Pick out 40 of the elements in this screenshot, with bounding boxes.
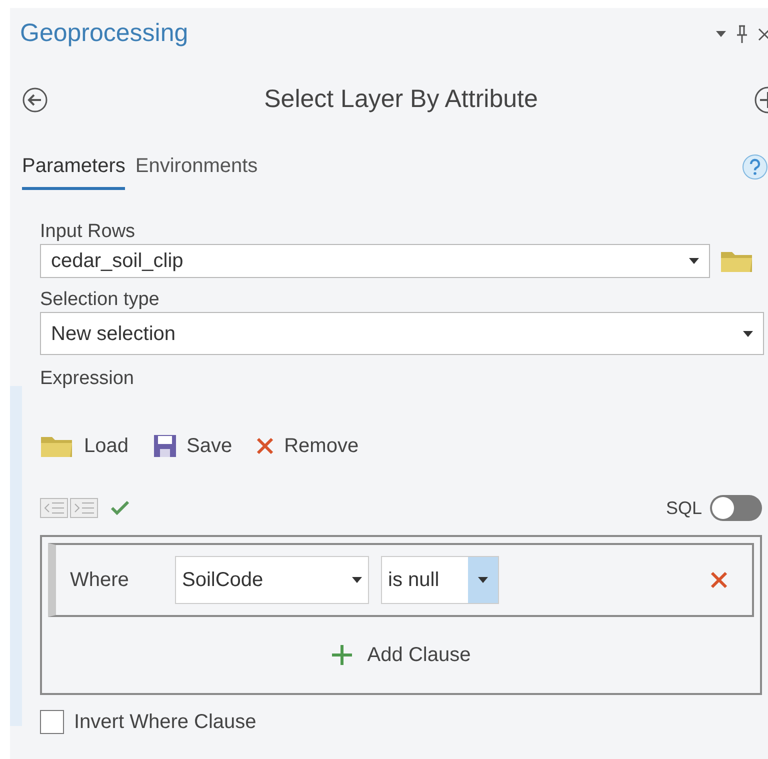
save-button[interactable]: Save [152, 431, 232, 461]
dropdown-arrow-icon[interactable] [716, 31, 726, 37]
remove-button[interactable]: Remove [256, 431, 359, 461]
tab[interactable]: Parameters [22, 151, 126, 190]
add-icon[interactable] [754, 86, 768, 114]
dropdown-value: is null [388, 568, 440, 593]
add-clause-button[interactable]: Add Clause [331, 640, 471, 670]
input-rows-dropdown[interactable]: cedar_soil_clip [40, 244, 710, 278]
field-label: Selection type [40, 288, 160, 312]
pin-icon[interactable] [736, 25, 748, 43]
dropdown-caret-icon [352, 577, 362, 583]
dropdown-button[interactable] [468, 557, 498, 603]
back-icon[interactable] [22, 87, 48, 113]
help-icon[interactable] [742, 154, 768, 180]
save-icon [152, 434, 176, 458]
selection-type-dropdown[interactable]: New selection [40, 312, 764, 355]
plus-icon [331, 644, 354, 666]
load-button[interactable]: Load [40, 431, 128, 461]
remove-icon [256, 437, 274, 455]
checkbox[interactable] [40, 710, 64, 734]
dropdown-value: cedar_soil_clip [51, 249, 184, 274]
sql-label: SQL [666, 496, 702, 520]
dropdown-caret-icon [689, 258, 699, 264]
operator-dropdown[interactable]: is null [381, 556, 499, 604]
sql-toggle[interactable] [710, 495, 762, 521]
checkbox-label: Invert Where Clause [74, 710, 256, 735]
pane-title: Geoprocessing [20, 18, 188, 50]
field-label: Input Rows [40, 220, 136, 244]
tab[interactable]: Environments [135, 151, 258, 190]
dropdown-caret-icon [478, 577, 488, 583]
field-dropdown[interactable]: SoilCode [175, 556, 369, 604]
tool-title: Select Layer By Attribute [263, 84, 539, 116]
field-label: Expression [40, 367, 134, 391]
clause-connector: Where [70, 568, 130, 593]
dropdown-value: New selection [51, 322, 177, 346]
dropdown-caret-icon [743, 330, 753, 336]
delete-clause-icon[interactable] [710, 571, 728, 589]
dropdown-value: SoilCode [182, 568, 264, 593]
check-icon[interactable] [110, 500, 130, 516]
close-icon[interactable] [758, 26, 768, 42]
